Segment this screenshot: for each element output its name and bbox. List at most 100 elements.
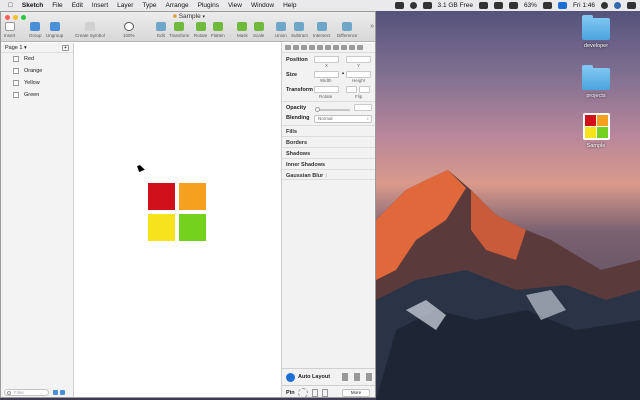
toolbar-mask-button[interactable]: Mask [237, 22, 248, 38]
desktop-folder-developer[interactable]: developer [574, 15, 618, 49]
toolbar-zoom-control[interactable]: 100% [123, 22, 135, 38]
battery-icon[interactable] [542, 2, 552, 9]
folder-icon [582, 15, 610, 40]
align-middle-icon[interactable] [317, 45, 323, 50]
page-name: Page 1 [5, 44, 23, 51]
menu-plugins[interactable]: Plugins [198, 2, 219, 9]
red-rectangle[interactable] [148, 183, 175, 210]
toolbar-create-symbol-button[interactable]: Create Symbol [75, 22, 105, 38]
toolbar-transform-button[interactable]: Transform [169, 22, 189, 38]
toolbar-ungroup-button[interactable]: Ungroup [46, 22, 63, 38]
disk-icon[interactable] [422, 2, 432, 9]
layer-item[interactable]: Orange [1, 65, 73, 77]
x-field[interactable] [314, 56, 339, 63]
shadows-section[interactable]: Shadows [282, 147, 375, 158]
filter-options-icon[interactable] [53, 390, 58, 395]
tidy-icon[interactable] [349, 45, 355, 50]
toolbar-rotate-button[interactable]: Rotate [194, 22, 207, 38]
document-title[interactable]: ■ Sample ▾ [1, 13, 375, 20]
distribute-horizontal-icon[interactable] [333, 45, 339, 50]
toolbar-group-button[interactable]: Group [29, 22, 42, 38]
wifi-icon[interactable] [508, 2, 518, 9]
mask-icon [237, 22, 248, 31]
toolbar-difference-button[interactable]: Difference [337, 22, 357, 38]
lock-icon[interactable]: ⚬ [341, 71, 345, 77]
layer-item[interactable]: Yellow [1, 77, 73, 89]
menu-arrange[interactable]: Arrange [166, 2, 189, 9]
add-page-button[interactable]: + [62, 44, 69, 51]
y-field[interactable] [346, 56, 371, 63]
user-avatar-icon[interactable] [614, 2, 621, 9]
display-icon[interactable] [394, 2, 404, 9]
edit-pencil-icon[interactable] [60, 390, 65, 395]
distribute-vertical-icon[interactable] [341, 45, 347, 50]
align-top-icon[interactable] [309, 45, 315, 50]
pin-control-icon[interactable] [298, 388, 308, 397]
menu-app-name[interactable]: Sketch [22, 2, 43, 9]
toolbar-overflow-icon[interactable]: » [370, 23, 374, 30]
canvas[interactable] [75, 43, 281, 397]
page-selector[interactable]: Page 1 ▾ + [1, 43, 73, 53]
bell-icon[interactable] [409, 2, 417, 9]
yellow-rectangle[interactable] [148, 214, 175, 241]
keyboard-icon[interactable] [557, 2, 567, 9]
rectangle-icon [13, 56, 19, 62]
layer-filter-input[interactable]: Filter [4, 389, 49, 396]
desktop-folder-projects[interactable]: projects [574, 65, 618, 99]
apple-icon[interactable]:  [8, 2, 13, 9]
more-align-icon[interactable] [357, 45, 363, 50]
layer-item[interactable]: Green [1, 89, 73, 101]
borders-section[interactable]: Borders [282, 136, 375, 147]
title-bar: ■ Sample ▾ Insert Group Ungroup Create S… [1, 12, 375, 42]
opacity-slider[interactable] [316, 109, 350, 111]
menu-insert[interactable]: Insert [92, 2, 108, 9]
flip-horizontal-button[interactable] [346, 86, 357, 93]
fills-section[interactable]: Fills [282, 125, 375, 136]
menu-layer[interactable]: Layer [117, 2, 133, 9]
toolbar-edit-button[interactable]: Edit [156, 22, 166, 38]
device-icon[interactable] [366, 373, 372, 381]
menu-edit[interactable]: Edit [72, 2, 83, 9]
align-center-icon[interactable] [293, 45, 299, 50]
stack-icon[interactable] [342, 373, 348, 381]
search-icon[interactable] [601, 2, 608, 9]
opacity-slider-knob[interactable] [315, 107, 320, 112]
toolbar-intersect-button[interactable]: Intersect [313, 22, 330, 38]
align-left-icon[interactable] [285, 45, 291, 50]
bluetooth-icon[interactable] [493, 2, 503, 9]
orange-rectangle[interactable] [179, 183, 206, 210]
menu-file[interactable]: File [52, 2, 62, 9]
layer-item[interactable]: Red [1, 53, 73, 65]
menu-view[interactable]: View [228, 2, 242, 9]
gaussian-blur-section[interactable]: Gaussian Blur ↕ [282, 169, 375, 180]
inner-shadows-section[interactable]: Inner Shadows [282, 158, 375, 169]
pin-width-icon[interactable] [312, 389, 318, 397]
toolbar-subtract-button[interactable]: Subtract [291, 22, 308, 38]
more-button[interactable]: More [342, 389, 370, 397]
menu-list-icon[interactable] [627, 2, 636, 9]
opacity-field[interactable] [354, 104, 372, 111]
pin-height-icon[interactable] [322, 389, 328, 397]
toolbar-union-button[interactable]: Union [275, 22, 287, 38]
menu-help[interactable]: Help [283, 2, 296, 9]
resize-icon[interactable] [354, 373, 360, 381]
flip-vertical-button[interactable] [359, 86, 370, 93]
green-rectangle[interactable] [179, 214, 206, 241]
chevron-updown-icon[interactable]: ↕ [325, 173, 328, 179]
opacity-row: Opacity [282, 101, 375, 113]
height-field[interactable] [346, 71, 371, 78]
clock[interactable]: Fri 1:46 [573, 2, 595, 9]
desktop-file-sample[interactable]: Sample [574, 113, 618, 149]
width-field[interactable] [314, 71, 339, 78]
toolbar-scale-button[interactable]: Scale [253, 22, 264, 38]
menu-type[interactable]: Type [142, 2, 156, 9]
mail-icon[interactable] [478, 2, 488, 9]
menu-window[interactable]: Window [251, 2, 274, 9]
blending-select[interactable]: Normal ↕ [314, 115, 372, 123]
toolbar-flatten-button[interactable]: Flatten [211, 22, 225, 38]
toolbar-insert-button[interactable]: Insert [4, 22, 15, 38]
align-right-icon[interactable] [301, 45, 307, 50]
rotate-field[interactable] [314, 86, 339, 93]
align-bottom-icon[interactable] [325, 45, 331, 50]
mouse-cursor [137, 164, 145, 172]
